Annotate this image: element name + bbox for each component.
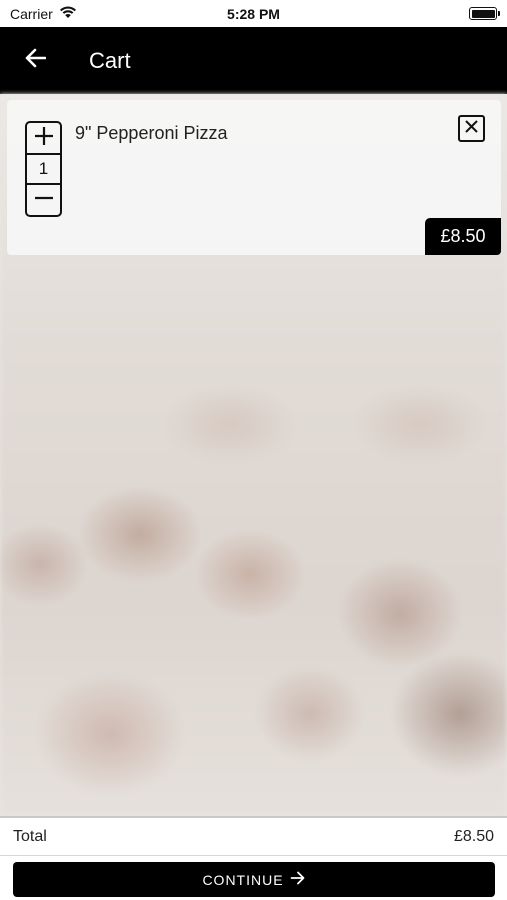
total-row: Total £8.50 — [0, 818, 507, 856]
close-icon — [464, 119, 479, 139]
status-bar: Carrier 5:28 PM — [0, 0, 507, 27]
increase-quantity-button[interactable] — [27, 123, 60, 153]
app-header: Cart — [0, 27, 507, 94]
continue-label: CONTINUE — [202, 871, 284, 888]
cart-footer: Total £8.50 CONTINUE — [0, 816, 507, 900]
item-name: 9" Pepperoni Pizza — [75, 123, 228, 143]
item-price: £8.50 — [425, 218, 501, 255]
carrier-label: Carrier — [10, 5, 53, 22]
total-value: £8.50 — [453, 827, 494, 845]
continue-button[interactable]: CONTINUE — [13, 862, 495, 897]
wifi-icon — [59, 5, 77, 22]
arrow-left-icon — [24, 48, 47, 73]
minus-icon — [34, 188, 54, 213]
back-button[interactable] — [0, 27, 70, 94]
quantity-value: 1 — [27, 153, 60, 185]
status-left: Carrier — [10, 5, 77, 22]
arrow-right-icon — [290, 871, 306, 888]
battery-icon — [469, 7, 500, 20]
decrease-quantity-button[interactable] — [27, 185, 60, 215]
total-label: Total — [13, 827, 47, 845]
plus-icon — [34, 126, 54, 151]
quantity-stepper: 1 — [25, 121, 62, 217]
page-title: Cart — [89, 47, 131, 73]
cart-item: 1 9" Pepperoni Pizza £8.50 — [7, 100, 501, 255]
remove-item-button[interactable] — [458, 115, 485, 142]
